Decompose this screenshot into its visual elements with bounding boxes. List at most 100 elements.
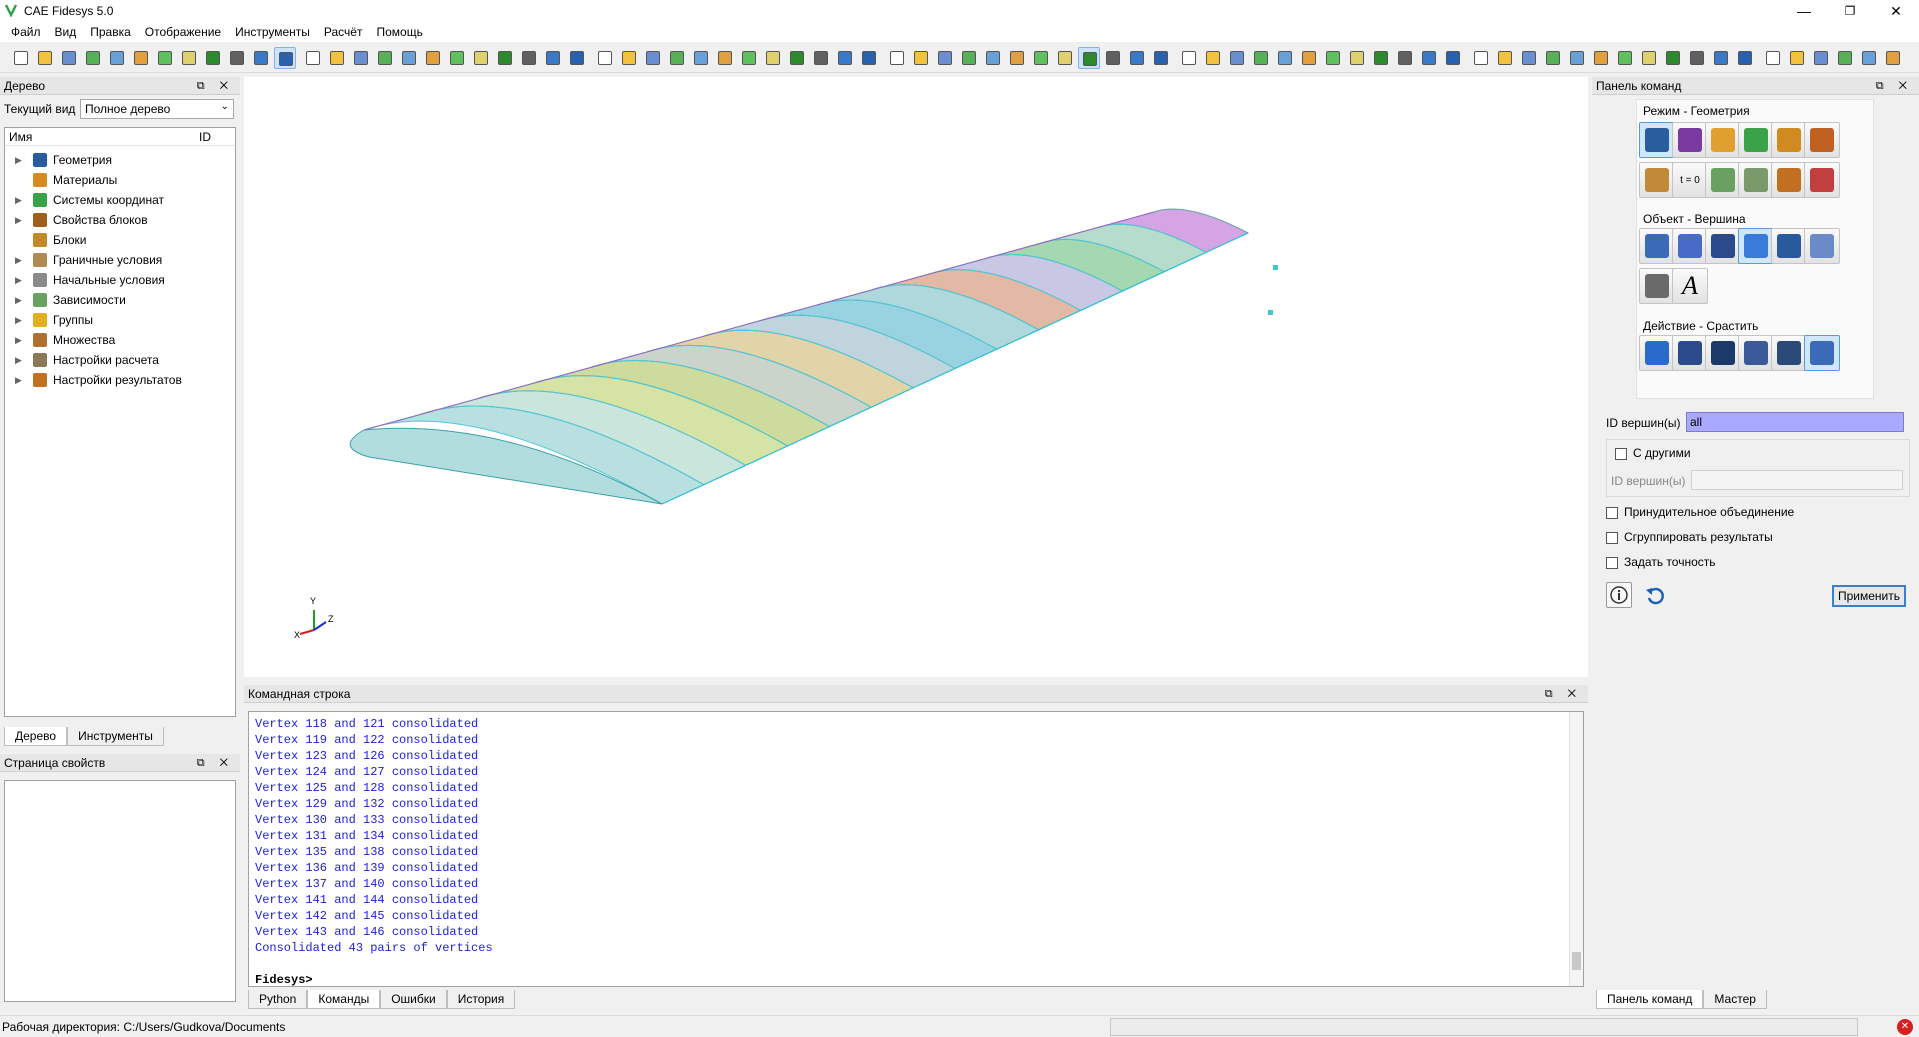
toolbar-button-icon[interactable] <box>594 47 616 69</box>
chevron-right-icon[interactable]: ▶ <box>15 315 25 326</box>
toolbar-button-icon[interactable] <box>910 47 932 69</box>
tree-item[interactable]: ▶ Группы <box>5 310 93 330</box>
toolbar-button-icon[interactable] <box>1710 47 1732 69</box>
toolbar-button-icon[interactable] <box>422 47 444 69</box>
toolbar-button-icon[interactable] <box>1322 47 1344 69</box>
vertex-ids-input[interactable]: all <box>1686 412 1904 432</box>
tree-item[interactable]: ▶ Свойства блоков <box>5 210 148 230</box>
tab-python[interactable]: Python <box>248 990 308 1009</box>
menu-edit[interactable]: Правка <box>83 25 138 39</box>
toolbar-button-icon[interactable] <box>618 47 640 69</box>
toolbar-button-icon[interactable] <box>326 47 348 69</box>
toolbar-button-icon[interactable] <box>1882 47 1904 69</box>
chevron-right-icon[interactable]: ▶ <box>15 295 25 306</box>
command-panel-tool-icon[interactable] <box>1639 335 1675 371</box>
toolbar-button-icon[interactable] <box>786 47 808 69</box>
command-panel-tool-icon[interactable] <box>1639 122 1675 158</box>
tree-item[interactable]: ▶ Множества <box>5 330 115 350</box>
command-panel-tool-icon[interactable] <box>1672 122 1708 158</box>
command-panel-tool-icon[interactable] <box>1672 228 1708 264</box>
toolbar-button-icon[interactable] <box>666 47 688 69</box>
toolbar-button-icon[interactable] <box>1638 47 1660 69</box>
toolbar-button-icon[interactable] <box>834 47 856 69</box>
command-panel-tool-icon[interactable] <box>1738 335 1774 371</box>
toolbar-button-icon[interactable] <box>1518 47 1540 69</box>
with-others-row[interactable]: С другими <box>1615 446 1691 460</box>
command-panel-tool-icon[interactable] <box>1639 228 1675 264</box>
panel-float-close-icon[interactable]: ⧉ ✕ <box>197 754 234 772</box>
with-others-checkbox[interactable] <box>1615 447 1627 460</box>
tree-item[interactable]: ▶ Геометрия <box>5 150 112 170</box>
toolbar-button-icon[interactable] <box>10 47 32 69</box>
command-panel-tool-icon[interactable] <box>1705 122 1741 158</box>
command-panel-tool-icon[interactable] <box>1738 162 1774 198</box>
command-scrollbar[interactable] <box>1569 712 1583 986</box>
toolbar-button-icon[interactable] <box>398 47 420 69</box>
tree-item[interactable]: ▶ Начальные условия <box>5 270 165 290</box>
menu-file[interactable]: Файл <box>4 25 48 39</box>
toolbar-button-icon[interactable] <box>1274 47 1296 69</box>
command-panel-tool-icon[interactable]: A <box>1672 268 1708 304</box>
minimize-button[interactable]: — <box>1781 0 1827 22</box>
tree-item[interactable]: ▶ Настройки расчета <box>5 350 159 370</box>
reset-button[interactable] <box>1644 584 1666 609</box>
toolbar-button-icon[interactable] <box>1566 47 1588 69</box>
toolbar-button-icon[interactable] <box>494 47 516 69</box>
command-panel-tool-icon[interactable] <box>1804 228 1840 264</box>
set-precision-checkbox[interactable] <box>1606 556 1618 569</box>
apply-button[interactable]: Применить <box>1832 585 1906 607</box>
toolbar-button-icon[interactable] <box>642 47 664 69</box>
panel-float-close-icon[interactable]: ⧉ ✕ <box>1545 685 1582 703</box>
tab-master[interactable]: Мастер <box>1703 990 1767 1009</box>
toolbar-button-icon[interactable] <box>226 47 248 69</box>
tree-item[interactable]: ▶ Системы координат <box>5 190 164 210</box>
toolbar-button-icon[interactable] <box>1178 47 1200 69</box>
scrollbar-thumb[interactable] <box>1572 952 1581 970</box>
toolbar-button-icon[interactable] <box>958 47 980 69</box>
tree-view[interactable]: Имя ID ▶ Геометрия Материалы ▶ Системы коорд… <box>4 127 236 717</box>
toolbar-button-icon[interactable] <box>518 47 540 69</box>
vertex-marker[interactable] <box>1268 310 1273 315</box>
toolbar-button-icon[interactable] <box>34 47 56 69</box>
set-precision-row[interactable]: Задать точность <box>1606 555 1716 569</box>
toolbar-button-icon[interactable] <box>858 47 880 69</box>
toolbar-button-icon[interactable] <box>1030 47 1052 69</box>
toolbar-button-icon[interactable] <box>350 47 372 69</box>
toolbar-button-icon[interactable] <box>446 47 468 69</box>
chevron-right-icon[interactable]: ▶ <box>15 355 25 366</box>
toolbar-button-icon[interactable] <box>542 47 564 69</box>
command-panel-tool-icon[interactable] <box>1738 228 1774 264</box>
command-output[interactable]: Vertex 118 and 121 consolidated Vertex 11… <box>248 711 1584 987</box>
toolbar-button-icon[interactable] <box>130 47 152 69</box>
toolbar-button-icon[interactable] <box>82 47 104 69</box>
tree-item[interactable]: Материалы <box>5 170 117 190</box>
toolbar-button-icon[interactable] <box>106 47 128 69</box>
tab-commands[interactable]: Команды <box>307 990 381 1009</box>
group-results-row[interactable]: Сгруппировать результаты <box>1606 530 1773 544</box>
error-status-icon[interactable]: ✕ <box>1897 1019 1913 1035</box>
toolbar-button-icon[interactable] <box>934 47 956 69</box>
wing-model[interactable] <box>244 77 1588 677</box>
command-panel-tool-icon[interactable] <box>1771 122 1807 158</box>
toolbar-button-icon[interactable] <box>1370 47 1392 69</box>
tree-item[interactable]: ▶ Граничные условия <box>5 250 162 270</box>
tree-col-name[interactable]: Имя <box>9 130 32 144</box>
chevron-right-icon[interactable]: ▶ <box>15 335 25 346</box>
toolbar-button-icon[interactable] <box>1442 47 1464 69</box>
toolbar-button-icon[interactable] <box>1662 47 1684 69</box>
toolbar-button-icon[interactable] <box>1126 47 1148 69</box>
chevron-right-icon[interactable]: ▶ <box>15 255 25 266</box>
toolbar-button-icon[interactable] <box>1418 47 1440 69</box>
toolbar-button-icon[interactable] <box>1686 47 1708 69</box>
command-panel-tool-icon[interactable] <box>1804 162 1840 198</box>
toolbar-button-icon[interactable] <box>690 47 712 69</box>
command-prompt[interactable]: Fidesys> <box>255 972 1577 988</box>
toolbar-button-icon[interactable] <box>1298 47 1320 69</box>
command-panel-tool-icon[interactable] <box>1771 335 1807 371</box>
toolbar-button-icon[interactable] <box>1150 47 1172 69</box>
toolbar-button-icon[interactable] <box>470 47 492 69</box>
menu-help[interactable]: Помощь <box>369 25 429 39</box>
command-panel-tool-icon[interactable] <box>1771 228 1807 264</box>
maximize-button[interactable]: ❐ <box>1827 0 1873 22</box>
command-panel-tool-icon[interactable] <box>1804 335 1840 371</box>
